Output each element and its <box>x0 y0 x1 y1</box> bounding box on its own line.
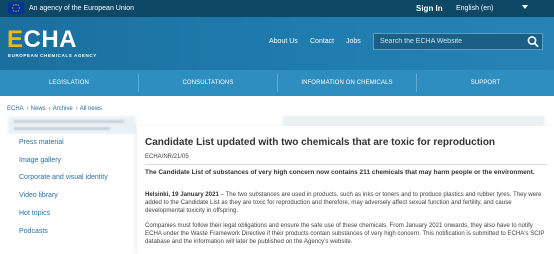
logo-wordmark: ECHA <box>7 26 78 53</box>
breadcrumb-echa[interactable]: ECHA <box>7 106 24 112</box>
article-lead: The Candidate List of substances of very… <box>145 169 535 176</box>
search-icon[interactable] <box>526 35 540 48</box>
site-header: ECHA EUROPEAN CHEMICALS AGENCY About Us … <box>0 17 554 70</box>
main-nav: LEGISLATION CONSULTATIONS INFORMATION ON… <box>0 70 554 96</box>
nav-information-on-chemicals[interactable]: INFORMATION ON CHEMICALS <box>278 70 416 96</box>
nav-consultations[interactable]: CONSULTATIONS <box>139 70 277 96</box>
chevron-down-icon <box>522 5 528 9</box>
sign-in-link[interactable]: Sign In <box>416 3 443 14</box>
article-divider <box>145 164 547 165</box>
background-content <box>8 116 136 134</box>
breadcrumb: ECHA › News › Archive › All news <box>7 104 103 114</box>
nav-legislation[interactable]: LEGISLATION <box>0 70 138 96</box>
top-bar: An agency of the European Union Sign In … <box>0 0 554 17</box>
breadcrumb-separator: › <box>48 106 51 112</box>
search-input[interactable] <box>374 34 524 49</box>
article-reference: ECHA/NR/21/05 <box>145 154 189 160</box>
search-box <box>373 33 543 50</box>
language-label: English (en) <box>456 5 494 12</box>
sidebar-item-podcasts[interactable]: Podcasts <box>19 227 48 237</box>
language-select[interactable]: English (en) <box>448 0 532 17</box>
breadcrumb-separator: › <box>26 106 29 112</box>
background-content <box>283 116 545 126</box>
logo-subtitle: EUROPEAN CHEMICALS AGENCY <box>8 53 97 58</box>
sidebar-item-press-material[interactable]: Press material <box>19 138 64 148</box>
article-dateline: Helsinki, 19 January 2021 <box>145 191 219 198</box>
breadcrumb-all-news[interactable]: All news <box>80 106 102 112</box>
article-paragraph: Companies must follow their legal obliga… <box>145 222 545 245</box>
breadcrumb-archive[interactable]: Archive <box>53 106 73 112</box>
eu-flag-icon <box>8 2 24 14</box>
background-content <box>14 120 124 123</box>
sidebar-item-hot-topics[interactable]: Hot topics <box>19 209 50 219</box>
contact-link[interactable]: Contact <box>310 37 334 47</box>
background-content <box>14 127 110 130</box>
breadcrumb-news[interactable]: News <box>31 106 46 112</box>
breadcrumb-separator: › <box>75 106 78 112</box>
nav-support[interactable]: SUPPORT <box>417 70 554 96</box>
echa-logo[interactable]: ECHA EUROPEAN CHEMICALS AGENCY <box>7 27 107 61</box>
sidebar-item-image-gallery[interactable]: Image gallery <box>19 156 61 166</box>
news-article: Candidate List updated with two chemical… <box>137 126 554 254</box>
article-paragraph: Helsinki, 19 January 2021 – The two subs… <box>145 191 549 215</box>
agency-text: An agency of the European Union <box>29 5 135 12</box>
jobs-link[interactable]: Jobs <box>346 37 361 47</box>
sidebar-item-video-library[interactable]: Video library <box>19 191 58 201</box>
about-us-link[interactable]: About Us <box>269 37 298 47</box>
article-title: Candidate List updated with two chemical… <box>145 137 496 148</box>
sidebar-item-corporate-identity[interactable]: Corporate and visual identity <box>19 173 108 183</box>
